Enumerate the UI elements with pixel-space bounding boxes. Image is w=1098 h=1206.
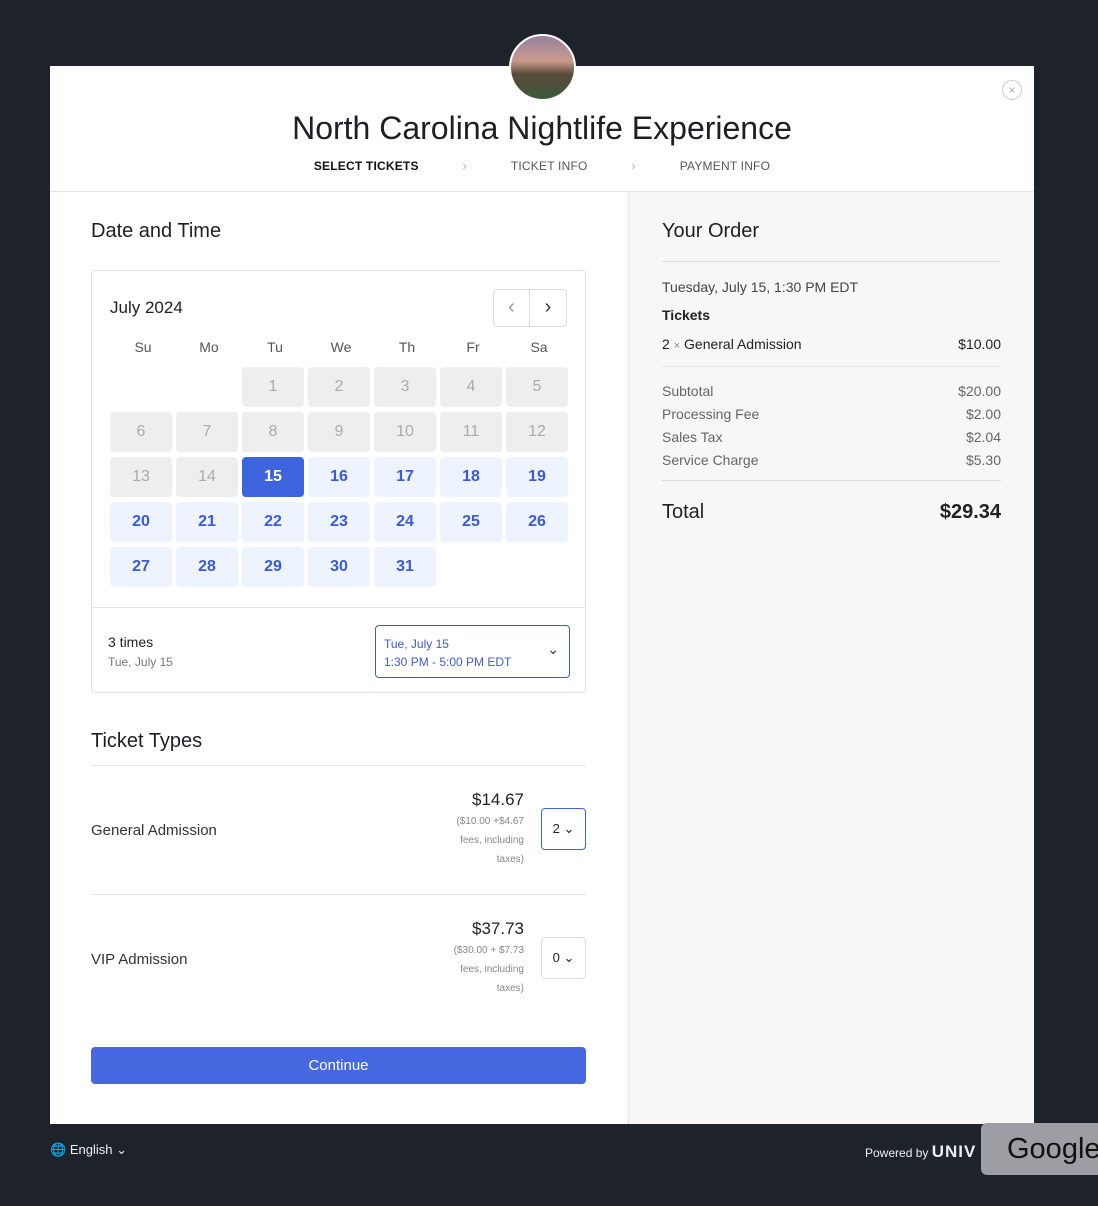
calendar-day: 4 xyxy=(440,367,502,407)
order-summary: Your Order Tuesday, July 15, 1:30 PM EDT… xyxy=(628,192,1034,1124)
ticket-fees: ($30.00 + $7.73 fees, including taxes) xyxy=(453,945,524,994)
calendar-day: 7 xyxy=(176,412,238,452)
time-select-date: Tue, July 15 xyxy=(384,637,449,651)
ticket-fees: ($10.00 +$4.67 fees, including taxes) xyxy=(456,816,524,865)
ticket-name: VIP Admission xyxy=(91,951,188,968)
calendar-day[interactable]: 25 xyxy=(440,502,502,542)
calendar-day: 3 xyxy=(374,367,436,407)
close-icon[interactable]: × xyxy=(1002,80,1022,100)
calendar-day[interactable]: 18 xyxy=(440,457,502,497)
times-date: Tue, July 15 xyxy=(108,655,173,669)
checkout-steps: SELECT TICKETS › TICKET INFO › PAYMENT I… xyxy=(50,159,1034,173)
checkout-modal: × North Carolina Nightlife Experience SE… xyxy=(50,66,1034,1124)
calendar: July 2024 ‹ › Su Mo Tu We Th Fr Sa 1 2 3 4 5 6 7 8 9 10… xyxy=(91,270,586,693)
calendar-day: 8 xyxy=(242,412,304,452)
chevron-down-icon: ⌄ xyxy=(563,821,575,836)
weekday-label: We xyxy=(330,339,352,355)
step-select-tickets: SELECT TICKETS xyxy=(313,159,419,173)
order-total: Total $29.34 xyxy=(662,501,1001,523)
weekday-label: Su xyxy=(134,339,152,355)
ticket-name: General Admission xyxy=(91,822,217,839)
calendar-day: 6 xyxy=(110,412,172,452)
time-select-range: 1:30 PM - 5:00 PM EDT xyxy=(384,655,512,669)
calendar-day[interactable]: 21 xyxy=(176,502,238,542)
weekday-header: Su Mo Tu We Th Fr Sa xyxy=(110,339,572,355)
globe-icon: 🌐 xyxy=(50,1142,67,1157)
calendar-day: 12 xyxy=(506,412,568,452)
ticket-price: $37.73 xyxy=(472,919,524,938)
calendar-day[interactable]: 26 xyxy=(506,502,568,542)
times-count: 3 times xyxy=(108,634,154,650)
calendar-day[interactable]: 16 xyxy=(308,457,370,497)
calendar-day: 5 xyxy=(506,367,568,407)
calendar-day[interactable]: 20 xyxy=(110,502,172,542)
chevron-down-icon: ⌄ xyxy=(116,1142,127,1157)
date-time-heading: Date and Time xyxy=(91,220,222,242)
quantity-select[interactable]: 0 ⌄ xyxy=(541,937,586,979)
calendar-day: 9 xyxy=(308,412,370,452)
calendar-day[interactable]: 17 xyxy=(374,457,436,497)
fee-row: Subtotal $20.00 xyxy=(662,383,1001,399)
brand-logo: UNIV xyxy=(931,1142,977,1161)
chevron-down-icon: ⌄ xyxy=(547,641,559,657)
calendar-day[interactable]: 23 xyxy=(308,502,370,542)
calendar-day: 14 xyxy=(176,457,238,497)
google-overlay: Google xyxy=(981,1123,1098,1175)
ticket-row: VIP Admission $37.73 ($30.00 + $7.73 fees… xyxy=(91,894,586,1023)
step-ticket-info: TICKET INFO xyxy=(510,159,588,173)
page-title: North Carolina Nightlife Experience xyxy=(292,110,792,146)
order-date: Tuesday, July 15, 1:30 PM EDT xyxy=(662,279,859,295)
weekday-label: Fr xyxy=(466,339,480,355)
fee-row: Processing Fee $2.00 xyxy=(662,406,1001,422)
calendar-day: 11 xyxy=(440,412,502,452)
ticket-types-heading: Ticket Types xyxy=(91,730,203,752)
calendar-day[interactable]: 22 xyxy=(242,502,304,542)
ticket-row: General Admission $14.67 ($10.00 +$4.67 f… xyxy=(91,765,586,894)
chevron-right-icon: › xyxy=(462,159,467,173)
order-heading: Your Order xyxy=(662,220,1001,262)
calendar-day[interactable]: 29 xyxy=(242,547,304,587)
calendar-day[interactable]: 27 xyxy=(110,547,172,587)
time-select[interactable]: Tue, July 15 1:30 PM - 5:00 PM EDT ⌄ xyxy=(375,625,570,678)
fee-row: Sales Tax $2.04 xyxy=(662,429,1001,445)
weekday-label: Mo xyxy=(199,339,219,355)
weekday-label: Sa xyxy=(530,339,548,355)
language-select[interactable]: 🌐 English ⌄ xyxy=(50,1142,127,1158)
calendar-day: 13 xyxy=(110,457,172,497)
order-line: 2 × General Admission $10.00 xyxy=(662,336,1001,367)
chevron-right-icon: › xyxy=(631,159,636,173)
continue-button[interactable]: Continue xyxy=(91,1047,586,1084)
calendar-day: 1 xyxy=(242,367,304,407)
tickets-label: Tickets xyxy=(662,307,710,323)
powered-by: Powered by UNIV xyxy=(865,1142,977,1161)
calendar-day[interactable]: 19 xyxy=(506,457,568,497)
chevron-down-icon: ⌄ xyxy=(563,950,575,965)
event-avatar xyxy=(509,34,576,101)
fee-row: Service Charge $5.30 xyxy=(662,452,1001,468)
calendar-day[interactable]: 28 xyxy=(176,547,238,587)
calendar-day: 2 xyxy=(308,367,370,407)
calendar-day[interactable]: 31 xyxy=(374,547,436,587)
calendar-day[interactable]: 24 xyxy=(374,502,436,542)
step-payment-info: PAYMENT INFO xyxy=(679,159,771,173)
calendar-month: July 2024 xyxy=(110,298,183,317)
ticket-price: $14.67 xyxy=(472,790,524,809)
weekday-label: Tu xyxy=(267,339,283,355)
next-month-button[interactable]: › xyxy=(530,290,566,326)
weekday-label: Th xyxy=(398,339,416,355)
prev-month-button[interactable]: ‹ xyxy=(494,290,530,326)
calendar-day[interactable]: 30 xyxy=(308,547,370,587)
calendar-day: 10 xyxy=(374,412,436,452)
quantity-select[interactable]: 2 ⌄ xyxy=(541,808,586,850)
calendar-day-selected[interactable]: 15 xyxy=(242,457,304,497)
